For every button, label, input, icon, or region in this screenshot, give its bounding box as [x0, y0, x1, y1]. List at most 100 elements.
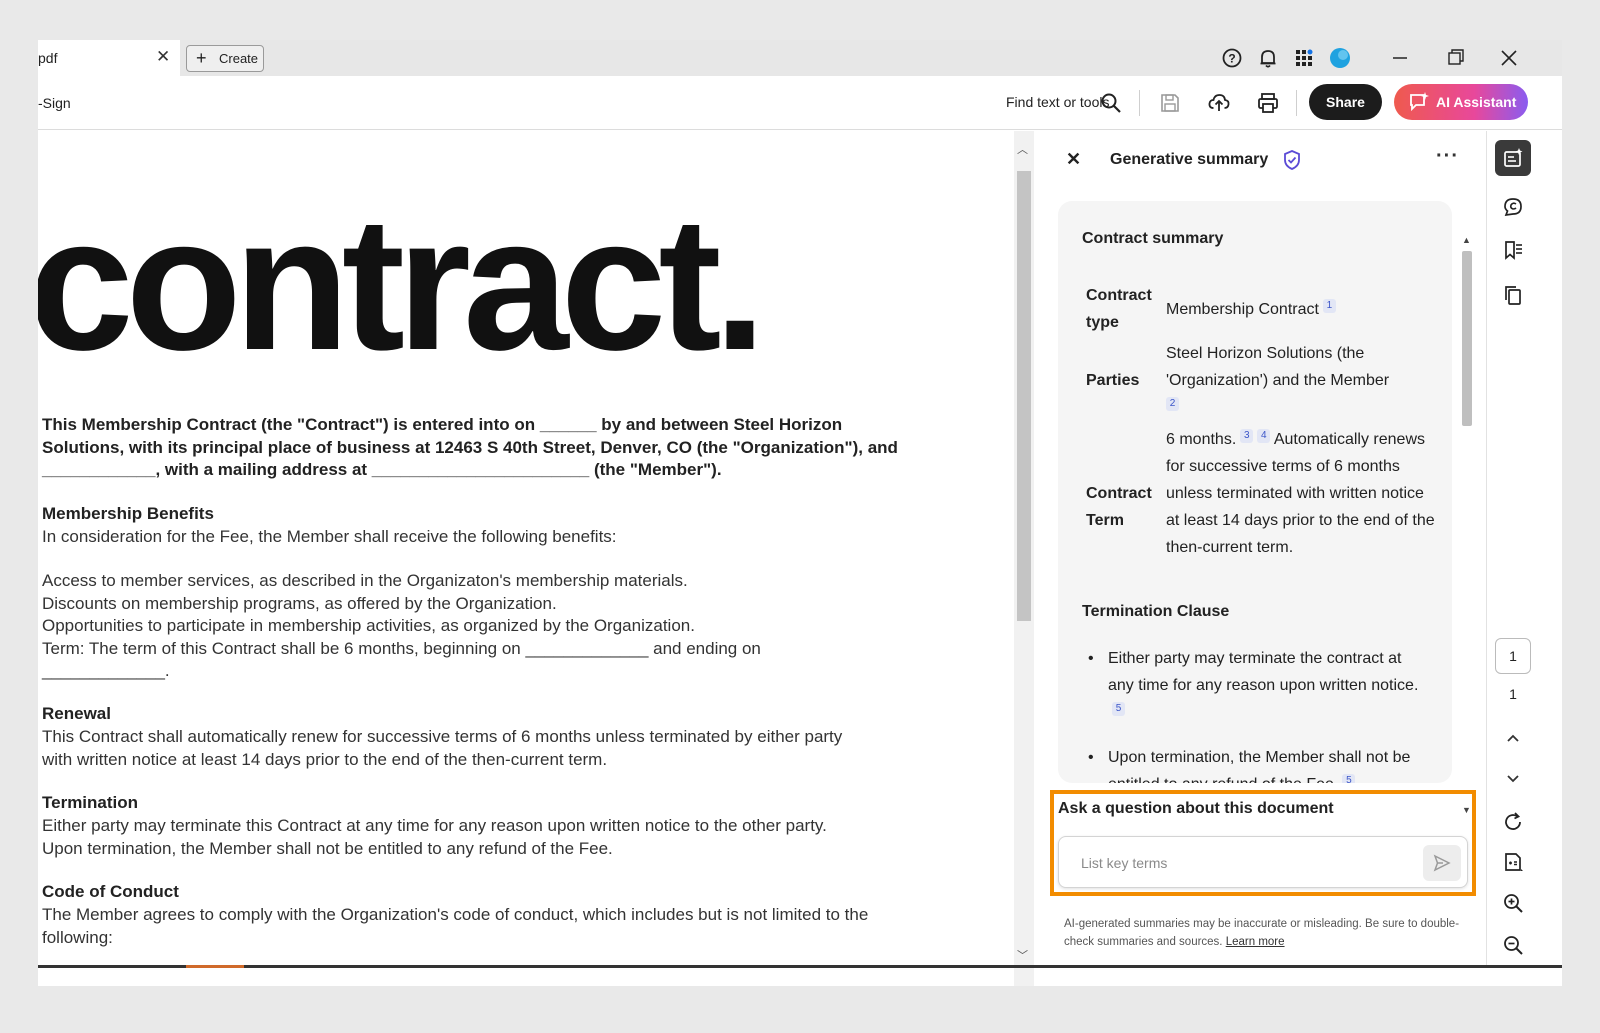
ask-question-box: Ask a question about this document List …	[1050, 790, 1476, 896]
convert-button[interactable]	[1495, 844, 1531, 880]
scroll-up-icon[interactable]: ▲	[1462, 235, 1471, 245]
summary-card: Contract summary Contract type Membershi…	[1058, 201, 1452, 783]
ai-assistant-label: AI Assistant	[1436, 94, 1517, 110]
avatar[interactable]	[1329, 47, 1351, 69]
conduct-text: The Member agrees to comply with the Org…	[42, 905, 869, 947]
minimize-icon[interactable]	[1382, 43, 1418, 73]
summary-scroll-thumb[interactable]	[1462, 251, 1472, 426]
termination-clause-title: Termination Clause	[1082, 603, 1230, 620]
esign-menu[interactable]: -Sign	[38, 95, 71, 111]
bookmark-tool-button[interactable]	[1495, 232, 1531, 268]
citation-badge[interactable]: 1	[1322, 299, 1336, 313]
summary-icon	[1504, 148, 1523, 167]
list-item-text: Either party may terminate the contract …	[1108, 650, 1419, 694]
send-button[interactable]	[1423, 845, 1461, 881]
help-icon[interactable]: ?	[1221, 47, 1243, 69]
zoom-in-button[interactable]	[1495, 885, 1531, 921]
citation-badge[interactable]: 5	[1342, 774, 1356, 783]
next-page-button[interactable]	[1495, 760, 1531, 796]
card-title: Contract summary	[1082, 230, 1224, 247]
apps-icon[interactable]	[1293, 47, 1315, 69]
shield-icon[interactable]	[1282, 149, 1302, 171]
question-input[interactable]: List key terms	[1058, 836, 1468, 888]
benefits-list: Access to member services, as described …	[42, 571, 761, 680]
share-button[interactable]: Share	[1309, 84, 1382, 120]
row-value-text: Steel Horizon Solutions (the 'Organizati…	[1166, 345, 1390, 389]
page-number-input[interactable]: 1	[1495, 638, 1531, 674]
summary-tool-button[interactable]	[1495, 140, 1531, 176]
tab-bar: pdf ✕ + Create ?	[38, 40, 1562, 76]
ai-disclaimer: AI-generated summaries may be inaccurate…	[1064, 915, 1464, 951]
citation-badge[interactable]: 2	[1166, 397, 1179, 411]
toolbar-divider	[1139, 90, 1140, 116]
previous-page-button[interactable]	[1495, 721, 1531, 757]
create-button[interactable]: + Create	[186, 45, 264, 72]
conduct-heading: Code of Conduct	[42, 882, 179, 901]
upload-icon[interactable]	[1207, 91, 1231, 115]
row-label: Parties	[1086, 372, 1140, 389]
document-viewer[interactable]: contract. This Membership Contract (the …	[38, 131, 1014, 986]
document-tab[interactable]: pdf ✕	[38, 40, 180, 76]
panel-title: Generative summary	[1110, 151, 1269, 168]
citation-badge[interactable]: 3	[1240, 429, 1254, 443]
bell-icon[interactable]	[1257, 47, 1279, 69]
ask-label: Ask a question about this document	[1058, 800, 1334, 817]
toolbar: -Sign Find text or tools Share AI Assist…	[38, 76, 1562, 130]
page-total: 1	[1509, 686, 1517, 702]
row-value-text: 6 months.	[1166, 431, 1237, 448]
panel-close-icon[interactable]: ✕	[1066, 149, 1081, 170]
row-value-text: Automatically renews for successive term…	[1166, 431, 1435, 556]
toolbar-divider	[1296, 90, 1297, 116]
chevron-up-icon	[1507, 734, 1519, 742]
question-placeholder: List key terms	[1081, 855, 1168, 871]
tab-close-icon[interactable]: ✕	[156, 48, 170, 66]
create-label: Create	[219, 51, 259, 66]
ai-assistant-button[interactable]: AI Assistant	[1394, 84, 1528, 120]
zoom-out-button[interactable]	[1495, 927, 1531, 963]
horizontal-scroll-thumb[interactable]	[186, 965, 244, 968]
find-tools-label[interactable]: Find text or tools	[1006, 94, 1110, 110]
termination-text: Either party may terminate this Contract…	[42, 816, 827, 858]
comment-icon	[1504, 198, 1522, 217]
benefits-heading: Membership Benefits	[42, 504, 214, 523]
bullet-dot: •	[1088, 650, 1094, 667]
svg-text:?: ?	[1228, 52, 1235, 66]
summary-scrollbar[interactable]: ▲ ▼	[1458, 231, 1476, 821]
restore-icon[interactable]	[1437, 43, 1473, 73]
zoom-out-icon	[1504, 936, 1523, 955]
save-icon[interactable]	[1158, 91, 1182, 115]
document-title: contract.	[38, 178, 766, 390]
intro-paragraph: This Membership Contract (the "Contract"…	[42, 415, 898, 479]
print-icon[interactable]	[1256, 91, 1280, 115]
termination-heading: Termination	[42, 793, 139, 812]
citation-badge[interactable]: 5	[1112, 702, 1125, 716]
document-scroll-thumb[interactable]	[1017, 171, 1031, 621]
scroll-down-icon[interactable]: ﹀	[1017, 947, 1028, 963]
row-value: Membership Contract 1	[1166, 296, 1436, 323]
pages-icon	[1505, 286, 1521, 305]
horizontal-scrollbar[interactable]	[38, 965, 1562, 968]
comment-tool-button[interactable]	[1495, 189, 1531, 225]
close-icon[interactable]	[1491, 43, 1527, 73]
rotate-icon	[1505, 812, 1521, 830]
pages-tool-button[interactable]	[1495, 277, 1531, 313]
row-value: Steel Horizon Solutions (the 'Organizati…	[1166, 340, 1436, 421]
plus-icon: +	[196, 48, 207, 68]
document-scrollbar[interactable]: ︿ ﹀	[1014, 131, 1034, 986]
list-item-text: Upon termination, the Member shall not b…	[1108, 749, 1411, 783]
convert-icon	[1505, 853, 1523, 871]
ai-assistant-icon	[1410, 92, 1429, 112]
learn-more-link[interactable]: Learn more	[1226, 936, 1285, 948]
row-label: Contract type	[1086, 287, 1152, 331]
rotate-button[interactable]	[1495, 804, 1531, 840]
search-icon[interactable]	[1099, 91, 1123, 115]
citation-badge[interactable]: 4	[1257, 429, 1271, 443]
tab-title: pdf	[38, 50, 58, 66]
chevron-down-icon	[1507, 775, 1519, 783]
scroll-up-icon[interactable]: ︿	[1017, 141, 1028, 157]
right-rail: 1 1	[1486, 131, 1562, 966]
zoom-in-icon	[1504, 894, 1523, 913]
more-icon[interactable]: ···	[1436, 145, 1459, 168]
row-value-text: Membership Contract	[1166, 301, 1319, 318]
bullet-dot: •	[1088, 749, 1094, 766]
